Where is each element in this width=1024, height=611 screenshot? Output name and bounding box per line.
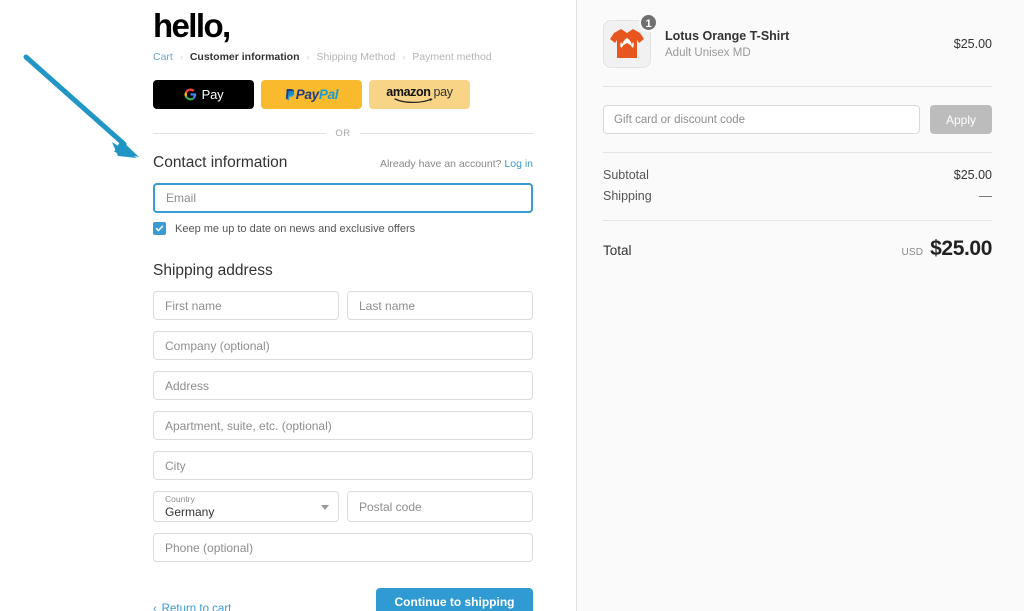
country-select-label: Country xyxy=(165,494,327,505)
amazon-label-part2: pay xyxy=(433,85,452,99)
store-logo[interactable]: hello, xyxy=(153,7,533,45)
or-divider-line-right xyxy=(360,133,533,134)
discount-code-input[interactable] xyxy=(603,105,920,134)
company-field-row xyxy=(153,331,533,360)
product-title: Lotus Orange T-Shirt xyxy=(665,28,946,44)
name-fields-row xyxy=(153,291,533,320)
paypal-label-part2: Pal xyxy=(319,87,338,102)
breadcrumb-separator-icon: › xyxy=(307,52,310,62)
express-payment-buttons: Pay PayPal amazon pay xyxy=(153,80,533,109)
country-postal-row: Country Germany xyxy=(153,491,533,522)
google-g-icon xyxy=(184,88,197,101)
first-name-input[interactable] xyxy=(153,291,339,320)
email-input[interactable] xyxy=(153,183,533,213)
contact-information-header: Contact information Already have an acco… xyxy=(153,154,533,172)
city-field-row xyxy=(153,451,533,480)
grand-total-amount: $25.00 xyxy=(930,237,992,261)
city-input[interactable] xyxy=(153,451,533,480)
amazon-smile-icon xyxy=(394,98,434,104)
paypal-label: PayPal xyxy=(296,87,339,102)
last-name-input[interactable] xyxy=(347,291,533,320)
subtotal-row: Subtotal $25.00 xyxy=(603,165,992,185)
shipping-address-title: Shipping address xyxy=(153,262,533,280)
shipping-row: Shipping — xyxy=(603,185,992,206)
order-line-item: 1 Lotus Orange T-Shirt Adult Unisex MD $… xyxy=(603,14,992,86)
checkout-page: 1 Lotus Orange T-Shirt Adult Unisex MD $… xyxy=(0,0,1024,611)
form-actions: ‹ Return to cart Continue to shipping me… xyxy=(153,588,533,611)
account-note: Already have an account? Log in xyxy=(380,158,533,170)
product-price: $25.00 xyxy=(946,37,992,51)
shipping-label: Shipping xyxy=(603,189,652,203)
phone-field-row xyxy=(153,533,533,562)
postal-code-input[interactable] xyxy=(347,491,533,522)
or-divider: OR xyxy=(153,128,533,139)
discount-row: Apply xyxy=(603,87,992,152)
currency-code: USD xyxy=(901,247,923,258)
breadcrumb-cart[interactable]: Cart xyxy=(153,51,173,63)
grand-total-label: Total xyxy=(603,243,632,258)
quantity-badge: 1 xyxy=(639,13,658,32)
grand-total-row: Total USD $25.00 xyxy=(603,221,992,261)
country-select-value: Germany xyxy=(165,505,327,519)
apartment-field-row xyxy=(153,411,533,440)
address-field-row xyxy=(153,371,533,400)
paypal-button[interactable]: PayPal xyxy=(261,80,362,109)
paypal-p-icon xyxy=(285,88,296,102)
return-to-cart-link[interactable]: ‹ Return to cart xyxy=(153,603,231,611)
paypal-label-part1: Pay xyxy=(296,87,319,102)
address-input[interactable] xyxy=(153,371,533,400)
account-note-text: Already have an account? xyxy=(380,158,501,170)
or-divider-label: OR xyxy=(326,128,359,139)
country-select-wrap[interactable]: Country Germany xyxy=(153,491,339,522)
breadcrumb: Cart › Customer information › Shipping M… xyxy=(153,51,533,63)
checkout-form-column: hello, Cart › Customer information › Shi… xyxy=(153,0,533,611)
annotation-arrow-icon xyxy=(26,57,139,158)
grand-total-amount-wrap: USD $25.00 xyxy=(901,237,992,261)
chevron-left-icon: ‹ xyxy=(153,603,157,611)
contact-information-title: Contact information xyxy=(153,154,287,172)
amazon-pay-wordmark: amazon pay xyxy=(386,85,452,99)
subtotal-value: $25.00 xyxy=(954,168,992,182)
newsletter-label: Keep me up to date on news and exclusive… xyxy=(175,223,415,235)
chevron-down-icon xyxy=(321,505,329,510)
product-thumbnail-wrap: 1 xyxy=(603,20,651,68)
newsletter-checkbox[interactable] xyxy=(153,222,166,235)
amazon-label-part1: amazon xyxy=(386,85,430,99)
shipping-value: — xyxy=(979,188,992,203)
return-to-cart-label: Return to cart xyxy=(162,603,232,611)
subtotal-label: Subtotal xyxy=(603,168,649,182)
amazon-pay-button[interactable]: amazon pay xyxy=(369,80,470,109)
order-summary-panel: 1 Lotus Orange T-Shirt Adult Unisex MD $… xyxy=(576,0,1024,611)
login-link[interactable]: Log in xyxy=(504,158,533,170)
breadcrumb-customer-information[interactable]: Customer information xyxy=(190,51,300,63)
continue-to-shipping-button[interactable]: Continue to shipping method xyxy=(376,588,533,611)
or-divider-line-left xyxy=(153,133,326,134)
apply-discount-button[interactable]: Apply xyxy=(930,105,992,134)
tshirt-icon xyxy=(608,27,646,61)
company-input[interactable] xyxy=(153,331,533,360)
phone-input[interactable] xyxy=(153,533,533,562)
email-field-wrap xyxy=(153,183,533,213)
apartment-input[interactable] xyxy=(153,411,533,440)
google-pay-label: Pay xyxy=(202,87,224,102)
breadcrumb-separator-icon: › xyxy=(180,52,183,62)
country-select[interactable]: Country Germany xyxy=(153,491,339,522)
totals-list: Subtotal $25.00 Shipping — xyxy=(603,153,992,206)
breadcrumb-shipping-method: Shipping Method xyxy=(317,51,396,63)
newsletter-row[interactable]: Keep me up to date on news and exclusive… xyxy=(153,222,533,235)
breadcrumb-payment-method: Payment method xyxy=(412,51,491,63)
product-variant: Adult Unisex MD xyxy=(665,45,946,61)
google-pay-button[interactable]: Pay xyxy=(153,80,254,109)
breadcrumb-separator-icon: › xyxy=(402,52,405,62)
checkmark-icon xyxy=(155,224,164,233)
product-info: Lotus Orange T-Shirt Adult Unisex MD xyxy=(651,28,946,61)
